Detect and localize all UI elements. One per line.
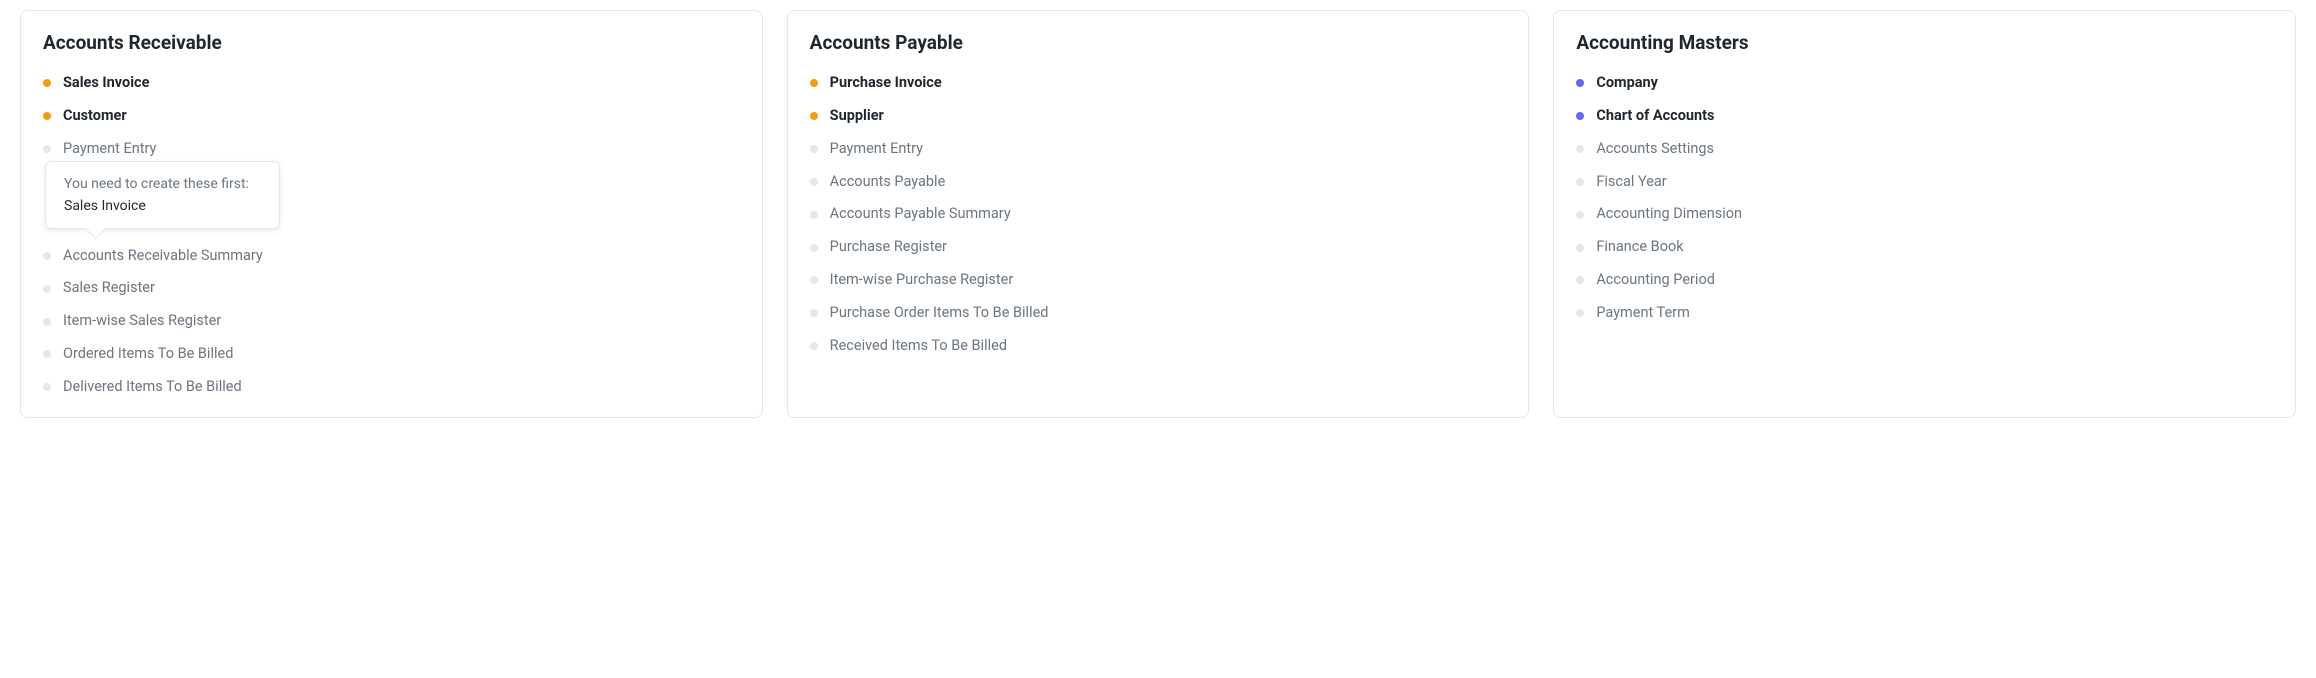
status-indicator-icon <box>1576 309 1584 317</box>
item-label: Chart of Accounts <box>1596 107 1714 126</box>
item-chart-of-accounts[interactable]: Chart of Accounts <box>1576 107 2273 126</box>
status-indicator-icon <box>43 79 51 87</box>
item-ordered-to-be-billed[interactable]: Ordered Items To Be Billed <box>43 345 740 364</box>
item-accounts-settings[interactable]: Accounts Settings <box>1576 140 2273 159</box>
item-label: Company <box>1596 74 1658 93</box>
status-indicator-icon <box>1576 178 1584 186</box>
item-company[interactable]: Company <box>1576 74 2273 93</box>
item-label: Ordered Items To Be Billed <box>63 345 233 364</box>
tooltip-prompt: You need to create these first: <box>64 176 261 192</box>
tooltip-required-item: Sales Invoice <box>64 198 261 214</box>
card-accounting-masters: Accounting Masters Company Chart of Acco… <box>1553 10 2296 418</box>
item-label: Supplier <box>830 107 884 126</box>
item-label: Payment Term <box>1596 304 1689 323</box>
item-label: Sales Register <box>63 279 155 298</box>
item-itemwise-sales-register[interactable]: Item-wise Sales Register <box>43 312 740 331</box>
card-items: Sales Invoice Customer Payment Entry You… <box>43 74 740 397</box>
item-label: Accounts Settings <box>1596 140 1714 159</box>
card-accounts-payable: Accounts Payable Purchase Invoice Suppli… <box>787 10 1530 418</box>
card-accounts-receivable: Accounts Receivable Sales Invoice Custom… <box>20 10 763 418</box>
card-title: Accounting Masters <box>1576 31 2273 54</box>
status-indicator-icon <box>810 178 818 186</box>
item-label: Fiscal Year <box>1596 173 1666 192</box>
item-supplier[interactable]: Supplier <box>810 107 1507 126</box>
card-items: Purchase Invoice Supplier Payment Entry … <box>810 74 1507 356</box>
cards-row: Accounts Receivable Sales Invoice Custom… <box>20 10 2296 418</box>
item-accounts-payable-summary[interactable]: Accounts Payable Summary <box>810 205 1507 224</box>
item-label: Item-wise Sales Register <box>63 312 221 331</box>
item-sales-invoice[interactable]: Sales Invoice <box>43 74 740 93</box>
item-label: Delivered Items To Be Billed <box>63 378 242 397</box>
item-label: Accounting Dimension <box>1596 205 1742 224</box>
item-purchase-register[interactable]: Purchase Register <box>810 238 1507 257</box>
item-received-to-be-billed[interactable]: Received Items To Be Billed <box>810 337 1507 356</box>
status-indicator-icon <box>1576 79 1584 87</box>
item-label: Payment Entry <box>63 140 156 159</box>
item-label: Purchase Order Items To Be Billed <box>830 304 1049 323</box>
status-indicator-icon <box>810 244 818 252</box>
status-indicator-icon <box>810 79 818 87</box>
item-customer[interactable]: Customer <box>43 107 740 126</box>
item-accounts-payable[interactable]: Accounts Payable <box>810 173 1507 192</box>
item-accounting-dimension[interactable]: Accounting Dimension <box>1576 205 2273 224</box>
status-indicator-icon <box>810 211 818 219</box>
item-label: Finance Book <box>1596 238 1683 257</box>
item-label: Accounting Period <box>1596 271 1715 290</box>
status-indicator-icon <box>810 342 818 350</box>
status-indicator-icon <box>1576 211 1584 219</box>
item-label: Accounts Payable <box>830 173 946 192</box>
status-indicator-icon <box>1576 112 1584 120</box>
item-accounting-period[interactable]: Accounting Period <box>1576 271 2273 290</box>
card-title: Accounts Payable <box>810 31 1507 54</box>
dependency-tooltip: You need to create these first: Sales In… <box>45 161 280 229</box>
status-indicator-icon <box>1576 145 1584 153</box>
item-label: Purchase Register <box>830 238 947 257</box>
card-items: Company Chart of Accounts Accounts Setti… <box>1576 74 2273 323</box>
status-indicator-icon <box>810 309 818 317</box>
item-delivered-to-be-billed[interactable]: Delivered Items To Be Billed <box>43 378 740 397</box>
status-indicator-icon <box>43 252 51 260</box>
status-indicator-icon <box>43 145 51 153</box>
status-indicator-icon <box>43 285 51 293</box>
status-indicator-icon <box>43 383 51 391</box>
item-sales-register[interactable]: Sales Register <box>43 279 740 298</box>
status-indicator-icon <box>43 318 51 326</box>
item-label: Purchase Invoice <box>830 74 942 93</box>
item-payment-term[interactable]: Payment Term <box>1576 304 2273 323</box>
status-indicator-icon <box>43 350 51 358</box>
item-label: Accounts Receivable Summary <box>63 247 263 266</box>
status-indicator-icon <box>810 276 818 284</box>
item-purchase-invoice[interactable]: Purchase Invoice <box>810 74 1507 93</box>
item-purchase-order-to-be-billed[interactable]: Purchase Order Items To Be Billed <box>810 304 1507 323</box>
status-indicator-icon <box>810 112 818 120</box>
item-label: Sales Invoice <box>63 74 149 93</box>
status-indicator-icon <box>1576 276 1584 284</box>
item-label: Received Items To Be Billed <box>830 337 1007 356</box>
item-label: Customer <box>63 107 127 126</box>
item-itemwise-purchase-register[interactable]: Item-wise Purchase Register <box>810 271 1507 290</box>
item-fiscal-year[interactable]: Fiscal Year <box>1576 173 2273 192</box>
item-label: Payment Entry <box>830 140 923 159</box>
status-indicator-icon <box>1576 244 1584 252</box>
status-indicator-icon <box>43 112 51 120</box>
item-payment-entry[interactable]: Payment Entry <box>43 140 740 159</box>
item-accounts-receivable-summary[interactable]: Accounts Receivable Summary <box>43 247 740 266</box>
card-title: Accounts Receivable <box>43 31 740 54</box>
status-indicator-icon <box>810 145 818 153</box>
tooltip-anchor: You need to create these first: Sales In… <box>43 173 740 233</box>
item-label: Accounts Payable Summary <box>830 205 1011 224</box>
item-payment-entry[interactable]: Payment Entry <box>810 140 1507 159</box>
item-label: Item-wise Purchase Register <box>830 271 1014 290</box>
item-finance-book[interactable]: Finance Book <box>1576 238 2273 257</box>
